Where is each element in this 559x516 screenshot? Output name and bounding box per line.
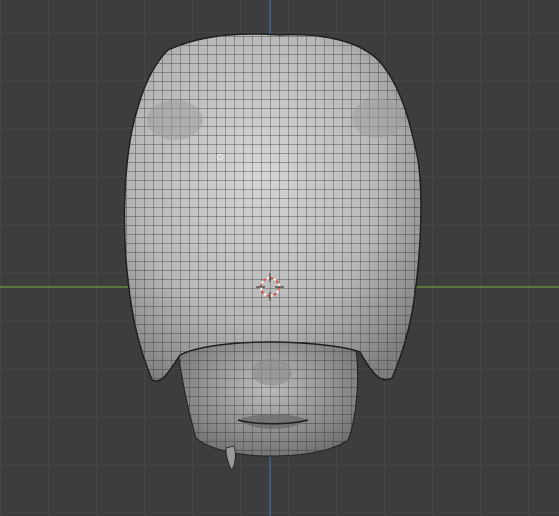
viewport-canvas[interactable] [0,0,559,516]
head-mesh[interactable] [118,28,428,390]
3d-viewport[interactable] [0,0,559,516]
